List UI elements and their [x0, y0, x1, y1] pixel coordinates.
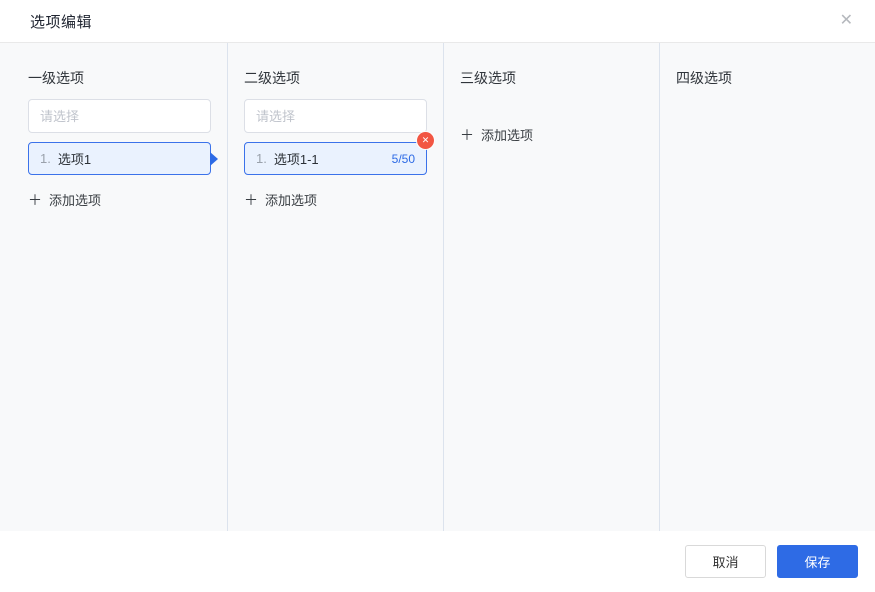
dialog-header: 选项编辑 ✕	[0, 0, 875, 43]
column-header: 三级选项	[460, 70, 516, 86]
close-icon[interactable]: ✕	[832, 9, 861, 33]
add-option-label: 添加选项	[265, 193, 318, 208]
level-1-select-input[interactable]	[28, 99, 211, 133]
level-2-select-input[interactable]	[244, 99, 427, 133]
column-header: 二级选项	[244, 70, 300, 86]
option-index: 1.	[40, 151, 51, 166]
expand-arrow-icon	[210, 151, 218, 166]
plus-icon: ＋	[460, 126, 474, 143]
option-columns: 一级选项 1. 选项1 ＋ 添加选项 二级选项 1. 选项1-1 5/50 ✕	[0, 43, 875, 531]
column-level-2: 二级选项 1. 选项1-1 5/50 ✕ ＋ 添加选项	[227, 43, 443, 531]
add-option-button[interactable]: ＋ 添加选项	[460, 125, 533, 144]
option-index: 1.	[256, 151, 267, 166]
option-label: 选项1-1	[273, 152, 319, 167]
plus-icon: ＋	[244, 191, 258, 208]
option-item-level-1[interactable]: 1. 选项1	[28, 142, 218, 175]
column-header: 一级选项	[28, 70, 84, 86]
option-item-level-2[interactable]: 1. 选项1-1 5/50 ✕	[244, 132, 434, 175]
dialog-title: 选项编辑	[30, 13, 93, 31]
dialog-footer: 取消 保存	[0, 531, 875, 592]
add-option-label: 添加选项	[481, 128, 534, 143]
column-header: 四级选项	[676, 70, 732, 86]
cancel-button[interactable]: 取消	[685, 545, 766, 578]
save-button[interactable]: 保存	[777, 545, 858, 578]
column-level-4: 四级选项	[659, 43, 875, 531]
column-level-3: 三级选项 ＋ 添加选项	[443, 43, 659, 531]
add-option-button[interactable]: ＋ 添加选项	[244, 190, 317, 209]
plus-icon: ＋	[28, 191, 42, 208]
char-counter: 5/50	[391, 151, 415, 166]
option-label: 选项1	[57, 152, 92, 167]
add-option-label: 添加选项	[49, 193, 102, 208]
column-level-1: 一级选项 1. 选项1 ＋ 添加选项	[0, 43, 227, 531]
add-option-button[interactable]: ＋ 添加选项	[28, 190, 101, 209]
option-edit-dialog: 选项编辑 ✕ 一级选项 1. 选项1 ＋ 添加选项 二级选项 1. 选项1-1	[0, 0, 875, 592]
delete-option-icon[interactable]: ✕	[417, 132, 434, 149]
